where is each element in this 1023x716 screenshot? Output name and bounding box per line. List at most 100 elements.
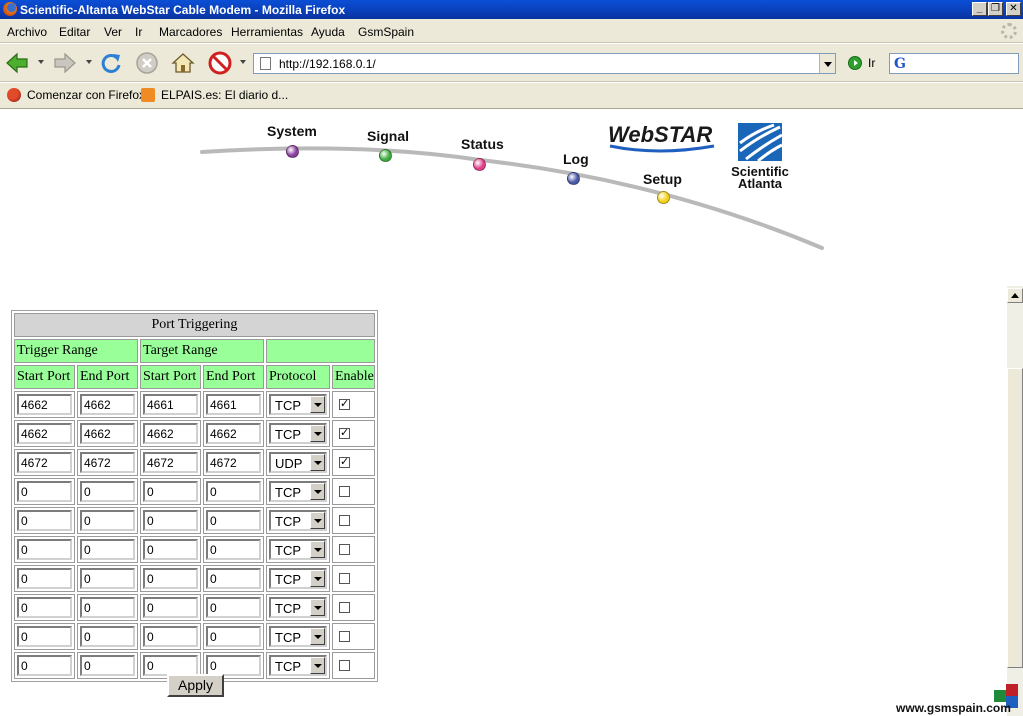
trigger-start-input[interactable] bbox=[17, 597, 72, 618]
chevron-down-icon[interactable] bbox=[310, 483, 325, 500]
nav-signal-dot[interactable] bbox=[379, 149, 392, 162]
chevron-down-icon[interactable] bbox=[310, 599, 325, 616]
chevron-down-icon[interactable] bbox=[310, 512, 325, 529]
target-end-input[interactable] bbox=[206, 510, 261, 531]
chevron-down-icon[interactable] bbox=[310, 570, 325, 587]
nav-system-dot[interactable] bbox=[286, 145, 299, 158]
target-end-input[interactable] bbox=[206, 423, 261, 444]
enable-checkbox[interactable] bbox=[339, 515, 350, 526]
target-start-input[interactable] bbox=[143, 394, 198, 415]
chevron-down-icon[interactable] bbox=[310, 628, 325, 645]
go-button[interactable]: Ir bbox=[848, 56, 888, 72]
nav-log-label[interactable]: Log bbox=[563, 151, 589, 167]
enable-checkbox[interactable] bbox=[339, 544, 350, 555]
trigger-end-input[interactable] bbox=[80, 510, 135, 531]
stop-button[interactable] bbox=[134, 50, 160, 76]
target-end-input[interactable] bbox=[206, 452, 261, 473]
menu-archivo[interactable]: Archivo bbox=[7, 25, 47, 39]
protocol-select[interactable]: TCP bbox=[269, 597, 327, 618]
chevron-down-icon[interactable] bbox=[310, 657, 325, 674]
nav-status-label[interactable]: Status bbox=[461, 136, 504, 152]
address-text[interactable]: http://192.168.0.1/ bbox=[279, 57, 376, 71]
enable-checkbox[interactable] bbox=[339, 486, 350, 497]
trigger-end-input[interactable] bbox=[80, 568, 135, 589]
menu-ir[interactable]: Ir bbox=[135, 25, 142, 39]
protocol-select[interactable]: TCP bbox=[269, 394, 327, 415]
menu-marcadores[interactable]: Marcadores bbox=[159, 25, 222, 39]
trigger-start-input[interactable] bbox=[17, 452, 72, 473]
address-dropdown-button[interactable] bbox=[819, 54, 835, 73]
enable-checkbox[interactable] bbox=[339, 426, 350, 439]
nav-signal-label[interactable]: Signal bbox=[367, 128, 409, 144]
protocol-select[interactable]: TCP bbox=[269, 423, 327, 444]
target-start-input[interactable] bbox=[143, 568, 198, 589]
trigger-start-input[interactable] bbox=[17, 423, 72, 444]
protocol-select[interactable]: UDP bbox=[269, 452, 327, 473]
menu-editar[interactable]: Editar bbox=[59, 25, 90, 39]
search-box[interactable]: G bbox=[889, 53, 1019, 74]
google-search-icon[interactable]: G bbox=[894, 56, 906, 72]
target-end-input[interactable] bbox=[206, 597, 261, 618]
enable-checkbox[interactable] bbox=[339, 397, 350, 410]
target-start-input[interactable] bbox=[143, 452, 198, 473]
address-bar[interactable]: http://192.168.0.1/ bbox=[253, 53, 836, 74]
chevron-down-icon[interactable] bbox=[310, 425, 325, 442]
menu-herramientas[interactable]: Herramientas bbox=[231, 25, 303, 39]
target-start-input[interactable] bbox=[143, 626, 198, 647]
nav-setup-dot[interactable] bbox=[657, 191, 670, 204]
target-end-input[interactable] bbox=[206, 655, 261, 676]
menu-ver[interactable]: Ver bbox=[104, 25, 122, 39]
enable-checkbox[interactable] bbox=[339, 455, 350, 468]
trigger-end-input[interactable] bbox=[80, 423, 135, 444]
enable-checkbox[interactable] bbox=[339, 573, 350, 584]
nav-setup-label[interactable]: Setup bbox=[643, 171, 682, 187]
trigger-end-input[interactable] bbox=[80, 394, 135, 415]
protocol-select[interactable]: TCP bbox=[269, 626, 327, 647]
target-start-input[interactable] bbox=[143, 539, 198, 560]
home-button[interactable] bbox=[170, 50, 196, 76]
bookmark-elpais[interactable]: ELPAIS.es: El diario d... bbox=[141, 88, 288, 104]
target-start-input[interactable] bbox=[143, 423, 198, 444]
enable-checkbox[interactable] bbox=[339, 602, 350, 613]
scrollbar-thumb[interactable] bbox=[1007, 368, 1023, 668]
protocol-select[interactable]: TCP bbox=[269, 481, 327, 502]
trigger-end-input[interactable] bbox=[80, 626, 135, 647]
trigger-end-input[interactable] bbox=[80, 539, 135, 560]
forward-button[interactable] bbox=[52, 50, 78, 76]
chevron-down-icon[interactable] bbox=[310, 396, 325, 413]
protocol-select[interactable]: TCP bbox=[269, 568, 327, 589]
apply-button[interactable]: Apply bbox=[167, 674, 224, 697]
target-end-input[interactable] bbox=[206, 394, 261, 415]
back-button[interactable] bbox=[4, 50, 30, 76]
close-button[interactable]: ✕ bbox=[1006, 2, 1021, 16]
trigger-start-input[interactable] bbox=[17, 510, 72, 531]
bookmark-comenzar[interactable]: Comenzar con Firefox bbox=[7, 88, 145, 104]
restore-button[interactable]: ❐ bbox=[988, 2, 1003, 16]
trigger-end-input[interactable] bbox=[80, 655, 135, 676]
trigger-start-input[interactable] bbox=[17, 394, 72, 415]
target-start-input[interactable] bbox=[143, 655, 198, 676]
menu-ayuda[interactable]: Ayuda bbox=[311, 25, 345, 39]
nav-log-dot[interactable] bbox=[567, 172, 580, 185]
popup-blocker-button[interactable] bbox=[207, 50, 233, 76]
menu-gsmspain[interactable]: GsmSpain bbox=[358, 25, 414, 39]
protocol-select[interactable]: TCP bbox=[269, 655, 327, 676]
popup-dropdown-icon[interactable] bbox=[240, 60, 246, 64]
nav-system-label[interactable]: System bbox=[267, 123, 317, 139]
enable-checkbox[interactable] bbox=[339, 660, 350, 671]
scroll-up-arrow-icon[interactable] bbox=[1007, 288, 1023, 303]
vertical-scrollbar[interactable] bbox=[1007, 286, 1023, 716]
target-end-input[interactable] bbox=[206, 568, 261, 589]
target-end-input[interactable] bbox=[206, 539, 261, 560]
reload-button[interactable] bbox=[98, 50, 124, 76]
protocol-select[interactable]: TCP bbox=[269, 539, 327, 560]
trigger-start-input[interactable] bbox=[17, 539, 72, 560]
enable-checkbox[interactable] bbox=[339, 631, 350, 642]
forward-dropdown-icon[interactable] bbox=[86, 60, 92, 64]
target-start-input[interactable] bbox=[143, 481, 198, 502]
trigger-start-input[interactable] bbox=[17, 626, 72, 647]
trigger-start-input[interactable] bbox=[17, 655, 72, 676]
back-dropdown-icon[interactable] bbox=[38, 60, 44, 64]
target-end-input[interactable] bbox=[206, 481, 261, 502]
chevron-down-icon[interactable] bbox=[310, 541, 325, 558]
